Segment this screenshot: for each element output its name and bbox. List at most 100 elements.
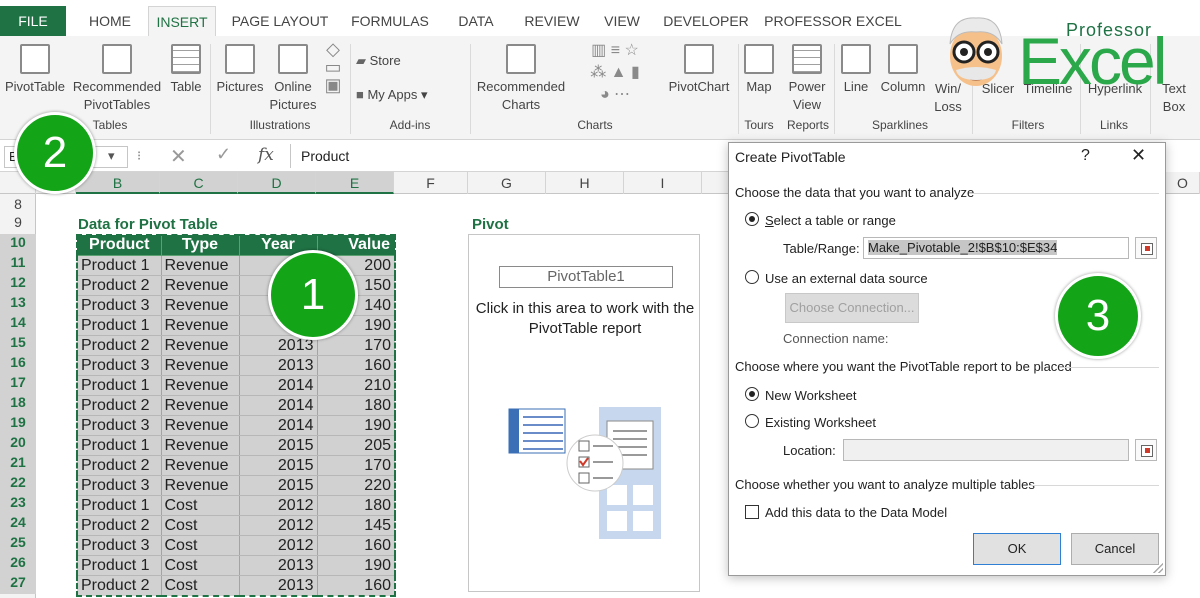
tab-view[interactable]: VIEW: [596, 6, 648, 36]
map-button[interactable]: Map: [740, 44, 778, 96]
tab-home[interactable]: HOME: [78, 6, 142, 36]
formula-input[interactable]: Product: [290, 144, 740, 168]
column-header-g[interactable]: G: [468, 172, 546, 194]
help-icon[interactable]: ?: [1081, 147, 1090, 165]
cell-product[interactable]: Product 1: [76, 434, 162, 456]
range-picker-button[interactable]: [1135, 237, 1157, 259]
pictures-button[interactable]: Pictures: [214, 44, 266, 96]
cell-product[interactable]: Product 2: [76, 514, 162, 536]
store-button[interactable]: ▰ Store: [356, 52, 446, 70]
choose-connection-button[interactable]: Choose Connection...: [785, 293, 919, 323]
tab-review[interactable]: REVIEW: [516, 6, 588, 36]
radio-external-source[interactable]: [745, 270, 759, 284]
row-header[interactable]: 19: [0, 414, 36, 434]
row-header[interactable]: 23: [0, 494, 36, 514]
cancel-button[interactable]: Cancel: [1071, 533, 1159, 565]
add-to-data-model-checkbox[interactable]: [745, 505, 759, 519]
row-header[interactable]: 22: [0, 474, 36, 494]
tab-data[interactable]: DATA: [446, 6, 506, 36]
cell-type[interactable]: Cost: [160, 574, 240, 596]
row-header[interactable]: 13: [0, 294, 36, 314]
enter-entry-icon[interactable]: ✓: [216, 144, 231, 165]
row-header[interactable]: 8: [0, 196, 36, 214]
cell-value[interactable]: 160: [316, 574, 396, 596]
column-header-type[interactable]: Type: [160, 234, 240, 256]
recommended-charts-button[interactable]: Recommended Charts: [474, 44, 568, 114]
cell-value[interactable]: 205: [316, 434, 396, 456]
resize-grip-icon[interactable]: [1153, 563, 1163, 573]
pivottable-button[interactable]: PivotTable: [2, 44, 68, 96]
radio-new-worksheet[interactable]: [745, 387, 759, 401]
cell-type[interactable]: Cost: [160, 494, 240, 516]
cell-value[interactable]: 170: [316, 454, 396, 476]
cell-year[interactable]: 2015: [238, 474, 318, 496]
cell-type[interactable]: Revenue: [160, 314, 240, 336]
column-header-c[interactable]: C: [160, 172, 238, 194]
tab-insert[interactable]: INSERT: [148, 6, 216, 36]
row-header[interactable]: 14: [0, 314, 36, 334]
cell-product[interactable]: Product 2: [76, 274, 162, 296]
tab-page-layout[interactable]: PAGE LAYOUT: [226, 6, 334, 36]
pivot-placeholder-area[interactable]: PivotTable1 Click in this area to work w…: [468, 234, 700, 592]
row-header[interactable]: 16: [0, 354, 36, 374]
cell-product[interactable]: Product 1: [76, 554, 162, 576]
online-pictures-button[interactable]: Online Pictures: [268, 44, 318, 114]
cell-product[interactable]: Product 2: [76, 574, 162, 596]
cell-product[interactable]: Product 1: [76, 314, 162, 336]
cell-value[interactable]: 160: [316, 534, 396, 556]
cell-year[interactable]: 2014: [238, 414, 318, 436]
shapes-smartart-icon[interactable]: ◇ ▭ ▣: [318, 40, 348, 112]
cell-type[interactable]: Revenue: [160, 474, 240, 496]
cell-year[interactable]: 2013: [238, 354, 318, 376]
chart-types-gallery[interactable]: ▥ ≡ ☆ ⁂ ▲ ▮ ◕ ⋯: [570, 40, 660, 112]
cell-type[interactable]: Cost: [160, 554, 240, 576]
cell-type[interactable]: Revenue: [160, 354, 240, 376]
power-view-button[interactable]: Power View: [784, 44, 830, 114]
cell-type[interactable]: Revenue: [160, 254, 240, 276]
radio-existing-worksheet[interactable]: [745, 414, 759, 428]
cell-type[interactable]: Revenue: [160, 294, 240, 316]
cell-year[interactable]: 2013: [238, 554, 318, 576]
row-header[interactable]: 27: [0, 574, 36, 594]
row-header[interactable]: 17: [0, 374, 36, 394]
cell-product[interactable]: Product 2: [76, 454, 162, 476]
chevron-down-icon[interactable]: ▾: [108, 148, 115, 164]
location-picker-button[interactable]: [1135, 439, 1157, 461]
pivotchart-button[interactable]: PivotChart: [664, 44, 734, 96]
tab-formulas[interactable]: FORMULAS: [344, 6, 436, 36]
cell-type[interactable]: Revenue: [160, 454, 240, 476]
column-header-e[interactable]: E: [316, 172, 394, 194]
radio-select-range[interactable]: [745, 212, 759, 226]
insert-function-icon[interactable]: fx: [258, 145, 274, 165]
tab-file[interactable]: FILE: [0, 6, 66, 36]
cell-product[interactable]: Product 1: [76, 494, 162, 516]
cell-year[interactable]: 2013: [238, 574, 318, 596]
table-range-input[interactable]: Make_Pivotable_2!$B$10:$E$34: [863, 237, 1129, 259]
close-icon[interactable]: ✕: [1131, 145, 1146, 166]
cell-product[interactable]: Product 3: [76, 474, 162, 496]
cell-product[interactable]: Product 2: [76, 334, 162, 356]
row-header[interactable]: 12: [0, 274, 36, 294]
sparkline-column-button[interactable]: Column: [876, 44, 930, 96]
cell-type[interactable]: Revenue: [160, 274, 240, 296]
cell-type[interactable]: Cost: [160, 514, 240, 536]
recommended-pivottables-button[interactable]: Recommended PivotTables: [70, 44, 164, 114]
column-header-product[interactable]: Product: [76, 234, 162, 256]
cell-value[interactable]: 145: [316, 514, 396, 536]
cell-value[interactable]: 180: [316, 494, 396, 516]
row-header[interactable]: 21: [0, 454, 36, 474]
cell-product[interactable]: Product 3: [76, 414, 162, 436]
row-header[interactable]: 18: [0, 394, 36, 414]
sparkline-line-button[interactable]: Line: [838, 44, 874, 96]
cell-value[interactable]: 160: [316, 354, 396, 376]
cell-year[interactable]: 2015: [238, 434, 318, 456]
cell-year[interactable]: 2015: [238, 454, 318, 476]
row-header[interactable]: 24: [0, 514, 36, 534]
column-header-d[interactable]: D: [238, 172, 316, 194]
cell-type[interactable]: Revenue: [160, 414, 240, 436]
cell-year[interactable]: 2014: [238, 394, 318, 416]
cell-type[interactable]: Revenue: [160, 334, 240, 356]
cell-value[interactable]: 180: [316, 394, 396, 416]
cell-value[interactable]: 210: [316, 374, 396, 396]
location-input[interactable]: [843, 439, 1129, 461]
